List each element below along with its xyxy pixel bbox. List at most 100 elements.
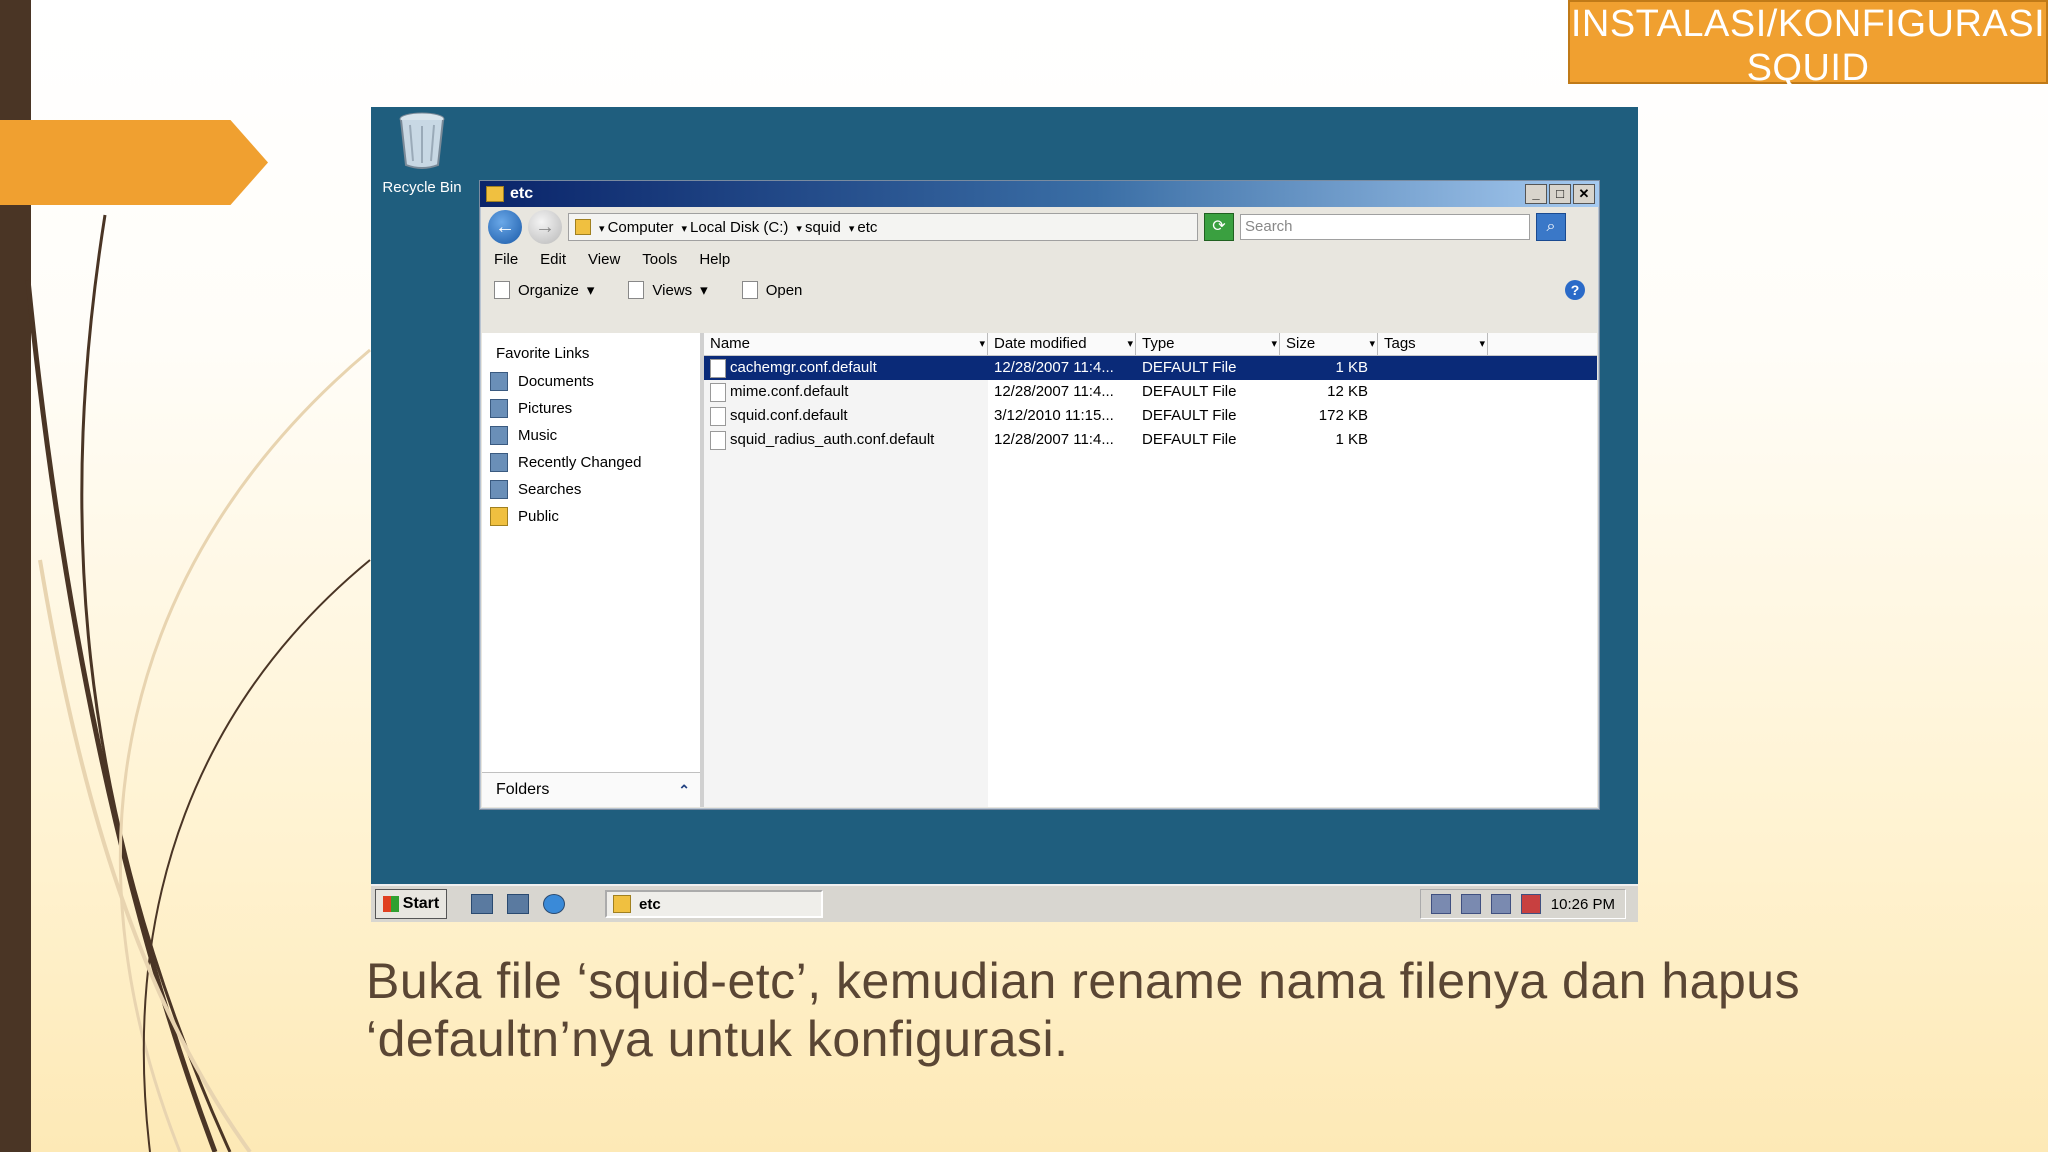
column-header-date[interactable]: Date modified — [988, 333, 1136, 355]
back-button[interactable]: ← — [488, 210, 522, 244]
file-date: 12/28/2007 11:4... — [994, 383, 1114, 400]
recycle-bin-icon — [399, 112, 445, 169]
breadcrumb-squid[interactable]: squid — [796, 219, 841, 236]
column-header-name[interactable]: Name — [704, 333, 988, 355]
windows-desktop-screenshot: Recycle Bin etc _ □ ✕ ← → Computer Local… — [371, 107, 1638, 922]
file-size: 172 KB — [1318, 407, 1368, 424]
start-label: Start — [402, 895, 440, 912]
file-date: 12/28/2007 11:4... — [994, 431, 1114, 448]
column-header-type[interactable]: Type — [1136, 333, 1280, 355]
column-header-tags[interactable]: Tags — [1378, 333, 1488, 355]
server-manager-icon[interactable] — [471, 894, 493, 914]
taskbar-item-etc[interactable]: etc — [605, 890, 823, 918]
menu-tools[interactable]: Tools — [642, 251, 677, 268]
maximize-button[interactable]: □ — [1549, 184, 1571, 204]
clock[interactable]: 10:26 PM — [1551, 896, 1615, 913]
show-desktop-icon[interactable] — [507, 894, 529, 914]
file-tags — [1378, 380, 1488, 404]
chevron-up-icon: ⌃ — [678, 781, 690, 798]
file-row[interactable]: mime.conf.default 12/28/2007 11:4... DEF… — [704, 380, 1597, 404]
file-tags — [1378, 428, 1488, 452]
menu-file[interactable]: File — [494, 251, 518, 268]
file-tags — [1378, 404, 1488, 428]
breadcrumb-computer[interactable]: Computer — [599, 219, 674, 236]
file-row[interactable]: squid.conf.default 3/12/2010 11:15... DE… — [704, 404, 1597, 428]
file-type: DEFAULT File — [1142, 407, 1237, 424]
nav-link-label: Public — [518, 508, 559, 525]
pictures-icon — [490, 399, 508, 418]
system-tray: 10:26 PM — [1419, 889, 1626, 919]
menu-edit[interactable]: Edit — [540, 251, 566, 268]
file-icon — [710, 358, 726, 378]
security-icon[interactable] — [1460, 894, 1481, 914]
organize-icon — [494, 281, 510, 299]
nav-link-pictures[interactable]: Pictures — [482, 395, 700, 422]
internet-explorer-icon[interactable] — [543, 894, 565, 914]
volume-muted-icon[interactable] — [1520, 894, 1541, 914]
folders-toggle[interactable]: Folders ⌃ — [482, 772, 700, 807]
help-icon[interactable]: ? — [1565, 280, 1585, 300]
network-icon[interactable] — [1430, 894, 1451, 914]
menu-view[interactable]: View — [588, 251, 620, 268]
folder-icon — [490, 507, 508, 526]
file-icon — [741, 281, 758, 299]
organize-button[interactable]: Organize ▾ — [494, 281, 594, 299]
nav-link-searches[interactable]: Searches — [482, 476, 700, 503]
explorer-window: etc _ □ ✕ ← → Computer Local Disk (C:) s… — [479, 180, 1600, 810]
nav-link-documents[interactable]: Documents — [482, 368, 700, 395]
file-icon — [710, 430, 726, 450]
file-name: squid.conf.default — [730, 407, 848, 424]
column-header-size[interactable]: Size — [1280, 333, 1378, 355]
file-date: 12/28/2007 11:4... — [994, 359, 1114, 376]
column-header-row: Name Date modified Type Size Tags — [704, 333, 1597, 356]
nav-link-music[interactable]: Music — [482, 422, 700, 449]
favorite-links-heading: Favorite Links — [496, 345, 590, 362]
organize-label: Organize — [518, 281, 579, 299]
slide-title: INSTALASI/KONFIGURASI SQUID — [1568, 0, 2048, 89]
file-list: Name Date modified Type Size Tags cachem… — [704, 333, 1597, 807]
search-input[interactable]: Search — [1240, 214, 1530, 240]
nav-link-public[interactable]: Public — [482, 503, 700, 530]
views-button[interactable]: Views ▾ — [628, 281, 708, 299]
window-body: Favorite Links Documents Pictures Music … — [482, 333, 1597, 807]
address-bar[interactable]: Computer Local Disk (C:) squid etc — [568, 213, 1198, 241]
breadcrumb-etc[interactable]: etc — [849, 219, 877, 236]
chevron-down-icon: ▾ — [700, 282, 708, 299]
task-label: etc — [639, 895, 661, 913]
nav-link-label: Documents — [518, 373, 594, 390]
quick-launch — [471, 894, 565, 914]
recycle-bin[interactable]: Recycle Bin — [377, 111, 467, 196]
arrow-shape — [0, 120, 268, 205]
nav-link-label: Music — [518, 427, 558, 444]
nav-link-label: Pictures — [518, 400, 573, 417]
documents-icon — [490, 372, 508, 391]
file-date: 3/12/2010 11:15... — [994, 407, 1114, 424]
navigation-pane: Favorite Links Documents Pictures Music … — [482, 333, 704, 807]
nav-link-label: Searches — [518, 481, 582, 498]
file-size: 1 KB — [1335, 359, 1368, 376]
refresh-button[interactable]: ⟳ — [1204, 213, 1234, 241]
file-name: mime.conf.default — [730, 383, 849, 400]
menu-help[interactable]: Help — [699, 251, 730, 268]
open-label: Open — [765, 281, 803, 299]
file-row[interactable]: cachemgr.conf.default 12/28/2007 11:4...… — [704, 356, 1597, 380]
monitor-icon[interactable] — [1490, 894, 1511, 914]
nav-link-recently-changed[interactable]: Recently Changed — [482, 449, 700, 476]
window-titlebar[interactable]: etc _ □ ✕ — [480, 181, 1599, 207]
start-button[interactable]: Start — [375, 889, 447, 919]
recently-changed-icon — [490, 453, 508, 472]
file-type: DEFAULT File — [1142, 359, 1237, 376]
recycle-bin-label: Recycle Bin — [382, 179, 462, 196]
close-button[interactable]: ✕ — [1573, 184, 1595, 204]
file-size: 12 KB — [1327, 383, 1368, 400]
forward-button[interactable]: → — [528, 210, 562, 244]
file-row[interactable]: squid_radius_auth.conf.default 12/28/200… — [704, 428, 1597, 452]
search-button[interactable]: ⌕ — [1536, 213, 1566, 241]
breadcrumb-local-disk[interactable]: Local Disk (C:) — [681, 219, 788, 236]
file-name: cachemgr.conf.default — [730, 359, 877, 376]
folders-label: Folders — [496, 781, 550, 798]
minimize-button[interactable]: _ — [1525, 184, 1547, 204]
open-button[interactable]: Open — [741, 281, 803, 299]
folder-icon — [613, 895, 631, 913]
searches-icon — [490, 480, 508, 499]
